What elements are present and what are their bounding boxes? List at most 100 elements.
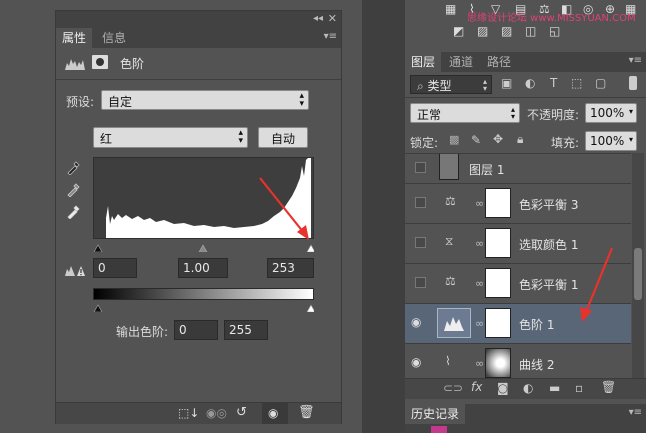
preset-label: 预设:: [66, 95, 95, 109]
layer-filter-select[interactable]: ⌕ 类型 ▴ ▾: [410, 75, 492, 94]
output-white-handle[interactable]: [306, 304, 316, 313]
fx-icon[interactable]: fx: [471, 380, 482, 394]
link-icon: ∞: [475, 317, 485, 330]
link-icon: ∞: [475, 277, 485, 290]
white-point-handle[interactable]: [306, 244, 316, 253]
layer-row[interactable]: ⚖ ∞ 色彩平衡 3: [405, 184, 631, 224]
invert-icon[interactable]: ◩: [453, 24, 464, 38]
lock-move-icon[interactable]: ✥: [493, 132, 503, 146]
color-balance-icon: ⚖: [445, 194, 456, 208]
add-mask-icon[interactable]: ◙: [497, 381, 509, 395]
new-adjustment-icon[interactable]: ◐: [523, 381, 533, 395]
clipping-warning-icon[interactable]: [64, 263, 86, 277]
visibility-checkbox[interactable]: [415, 237, 426, 248]
layer-name: 色彩平衡 3: [519, 198, 579, 212]
panel-top-bar: ◂◂ ✕: [56, 11, 341, 28]
levels-icon: [65, 59, 85, 70]
lock-transparent-icon[interactable]: ▩: [449, 133, 459, 146]
layer-row[interactable]: ◉ ⌇ ∞ 曲线 2: [405, 344, 631, 379]
visibility-checkbox[interactable]: [415, 277, 426, 288]
updown-icon: ▴ ▾: [510, 105, 515, 121]
clip-to-layer-icon[interactable]: ⬚↓: [178, 406, 199, 420]
layers-tab-bar: 图层 通道 路径 ▾≡: [405, 52, 646, 72]
filter-shape-icon[interactable]: ⬚: [571, 76, 582, 90]
layer-name: 色阶 1: [519, 318, 555, 332]
layer-row[interactable]: ⚖ ∞ 色彩平衡 1: [405, 264, 631, 304]
filter-pixel-icon[interactable]: ▣: [501, 76, 512, 90]
left-empty-area: [0, 0, 55, 433]
input-mid-field[interactable]: 1.00: [178, 258, 228, 278]
selective-color-icon[interactable]: ◱: [549, 24, 560, 38]
eye-icon[interactable]: ◉: [411, 315, 427, 331]
layers-menu-icon[interactable]: ▾≡: [629, 55, 642, 66]
reset-icon[interactable]: ↺: [236, 405, 247, 420]
adjustment-header: 色阶: [64, 53, 334, 75]
layer-row[interactable]: 图层 1: [405, 154, 631, 184]
visibility-checkbox[interactable]: [415, 162, 426, 173]
link-icon: ∞: [475, 197, 485, 210]
auto-label: 自动: [270, 132, 295, 146]
divider: [56, 79, 341, 80]
opacity-field[interactable]: 100% ▾: [585, 103, 637, 123]
filter-type-icon[interactable]: T: [550, 76, 557, 90]
view-previous-icon[interactable]: ◉◎: [206, 406, 227, 420]
lock-all-icon[interactable]: 🔒︎: [517, 132, 523, 147]
auto-button[interactable]: 自动: [258, 127, 308, 148]
delete-layer-icon[interactable]: 🗑: [601, 380, 616, 394]
fill-field[interactable]: 100% ▾: [585, 131, 637, 151]
tab-info[interactable]: 信息: [96, 28, 132, 48]
posterize-icon[interactable]: ▨: [477, 24, 488, 38]
new-layer-icon[interactable]: ▫: [575, 381, 583, 395]
collapse-icon[interactable]: ◂◂: [313, 13, 323, 24]
filter-smart-icon[interactable]: ▢: [595, 76, 606, 90]
layer-name: 曲线 2: [519, 358, 555, 372]
threshold-icon[interactable]: ▨: [501, 24, 512, 38]
filter-adjust-icon[interactable]: ◐: [525, 76, 535, 90]
tab-properties[interactable]: 属性: [56, 28, 93, 48]
visibility-toggle[interactable]: ◉: [262, 403, 288, 424]
gradient-map-icon[interactable]: ◫: [525, 24, 536, 38]
tab-history[interactable]: 历史记录: [405, 404, 466, 424]
new-group-icon[interactable]: ▬: [549, 381, 560, 395]
properties-tab-bar: 属性 信息 ▾≡: [56, 28, 341, 48]
output-levels-label: 输出色阶:: [116, 325, 169, 339]
output-black-handle[interactable]: [93, 304, 103, 313]
scrollbar-thumb[interactable]: [634, 248, 642, 300]
input-black-field[interactable]: 0: [93, 258, 137, 278]
layers-panel: 图层 通道 路径 ▾≡ ⌕ 类型 ▴ ▾ ▣ ◐ T ⬚ ▢ 正常 ▴ ▾ 不透明度…: [405, 52, 646, 399]
output-slider-handles: [93, 304, 316, 313]
eye-icon: ◉: [268, 406, 279, 420]
filter-toggle[interactable]: [629, 76, 637, 90]
layer-row-selected[interactable]: ◉ ∞ 色阶 1: [405, 304, 631, 344]
white-eyedropper-icon[interactable]: [66, 203, 82, 219]
panel-menu-icon[interactable]: ▾≡: [324, 31, 337, 42]
delete-icon[interactable]: 🗑: [298, 405, 315, 420]
channel-select[interactable]: 红 ▴ ▾: [93, 127, 248, 148]
lock-paint-icon[interactable]: ✎: [471, 133, 481, 147]
levels-adjust-icon[interactable]: ▦: [445, 2, 456, 16]
input-white-field[interactable]: 253: [267, 258, 314, 278]
black-point-handle[interactable]: [93, 244, 103, 253]
output-white-field[interactable]: 255: [224, 320, 268, 340]
tab-paths[interactable]: 路径: [481, 52, 517, 72]
preset-select[interactable]: 自定 ▴ ▾: [101, 90, 309, 110]
channel-value: 红: [100, 132, 113, 146]
properties-bottom-bar: ⬚↓ ◉◎ ↺ ◉ 🗑: [56, 402, 341, 424]
output-black-field[interactable]: 0: [174, 320, 218, 340]
link-layers-icon[interactable]: ⊂⊃: [443, 381, 463, 395]
midtone-handle[interactable]: [198, 244, 208, 253]
blend-divider: [405, 97, 646, 98]
tab-channels[interactable]: 通道: [443, 52, 479, 72]
black-eyedropper-icon[interactable]: [66, 159, 82, 175]
gray-eyedropper-icon[interactable]: [66, 181, 82, 197]
mask-icon[interactable]: [92, 55, 108, 69]
layer-row[interactable]: ⧖ ∞ 选取颜色 1: [405, 224, 631, 264]
tab-layers[interactable]: 图层: [405, 52, 442, 72]
eye-icon[interactable]: ◉: [411, 355, 427, 371]
link-icon: ∞: [475, 237, 485, 250]
history-menu-icon[interactable]: ▾≡: [629, 407, 642, 418]
visibility-checkbox[interactable]: [415, 197, 426, 208]
blend-mode-select[interactable]: 正常 ▴ ▾: [410, 103, 520, 123]
layers-scrollbar[interactable]: [632, 153, 644, 378]
close-icon[interactable]: ✕: [328, 12, 337, 25]
